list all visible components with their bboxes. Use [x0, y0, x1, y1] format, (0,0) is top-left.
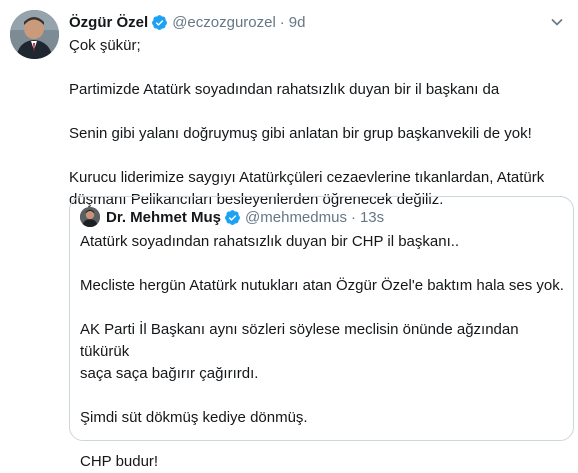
quoted-timestamp: 13s	[359, 208, 385, 226]
tweet-line: Kurucu liderimize saygıyı Atatürkçüleri …	[69, 169, 545, 186]
quoted-author-handle: @mehmedmus	[245, 208, 347, 226]
quoted-line: Atatürk soyadından rahatsızlık duyan bir…	[80, 233, 460, 250]
quoted-author-avatar	[80, 207, 100, 227]
quoted-line: CHP budur!	[80, 453, 159, 470]
tweet-line: Çok şükür;	[69, 37, 141, 54]
verified-badge-icon	[224, 209, 241, 226]
separator-dot: ·	[279, 13, 285, 31]
author-name[interactable]: Özgür Özel	[69, 14, 148, 31]
tweet-card[interactable]: Özgür Özel @eczozgurozel · 9d Çok şükür;…	[0, 0, 578, 470]
tweet-header: Özgür Özel @eczozgurozel · 9d	[69, 11, 305, 33]
quoted-tweet-header: Dr. Mehmet Muş @mehmedmus · 13s	[80, 206, 384, 228]
quoted-author-name: Dr. Mehmet Muş	[106, 208, 222, 226]
separator-dot: ·	[350, 208, 356, 226]
author-avatar[interactable]	[10, 10, 59, 59]
author-handle[interactable]: @eczozgurozel	[172, 14, 276, 31]
verified-badge-icon	[151, 14, 168, 31]
chevron-down-icon[interactable]	[548, 13, 566, 31]
tweet-line: Senin gibi yalanı doğruymuş gibi anlatan…	[69, 125, 532, 142]
quoted-tweet-text: Atatürk soyadından rahatsızlık duyan bir…	[80, 231, 568, 473]
tweet-line: Partimizde Atatürk soyadından rahatsızlı…	[69, 81, 500, 98]
tweet-text: Çok şükür; Partimizde Atatürk soyadından…	[69, 35, 569, 211]
quoted-line: saça saça bağırır çağırırdı.	[80, 365, 259, 382]
quoted-tweet[interactable]: Dr. Mehmet Muş @mehmedmus · 13s Atatürk …	[69, 196, 574, 470]
quoted-line: Mecliste hergün Atatürk nutukları atan Ö…	[80, 277, 564, 294]
quoted-line: Şimdi süt dökmüş kediye dönmüş.	[80, 409, 308, 426]
quoted-line: AK Parti İl Başkanı aynı sözleri söylese…	[80, 321, 519, 360]
tweet-timestamp[interactable]: 9d	[289, 14, 306, 31]
